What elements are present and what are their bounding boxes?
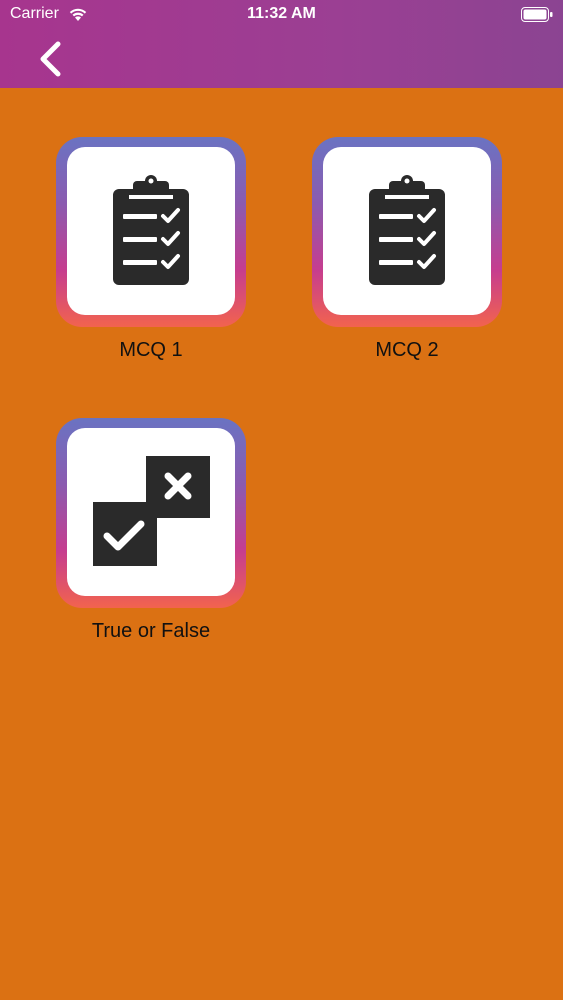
true-false-icon — [93, 456, 210, 566]
tile-frame[interactable] — [56, 418, 246, 608]
tile-label: MCQ 1 — [119, 339, 183, 361]
tile-true-or-false[interactable]: True or False — [55, 418, 247, 643]
back-button[interactable] — [30, 38, 74, 80]
clipboard-checklist-icon — [113, 175, 189, 285]
status-bar: Carrier 11:32 AM — [0, 0, 563, 30]
chevron-left-icon — [40, 41, 61, 77]
tile-icon-container — [67, 428, 235, 596]
top-app-bar: Carrier 11:32 AM — [0, 0, 563, 88]
tile-mcq-2[interactable]: MCQ 2 — [311, 137, 503, 362]
tile-label: True or False — [91, 620, 211, 642]
tile-frame[interactable] — [312, 137, 502, 327]
tile-icon-container — [323, 147, 491, 315]
tile-icon-container — [67, 147, 235, 315]
clipboard-checklist-icon — [369, 175, 445, 285]
battery-icon — [521, 7, 553, 22]
tile-mcq-1[interactable]: MCQ 1 — [55, 137, 247, 362]
tile-label: MCQ 2 — [375, 339, 439, 361]
tile-frame[interactable] — [56, 137, 246, 327]
status-time: 11:32 AM — [247, 5, 316, 22]
